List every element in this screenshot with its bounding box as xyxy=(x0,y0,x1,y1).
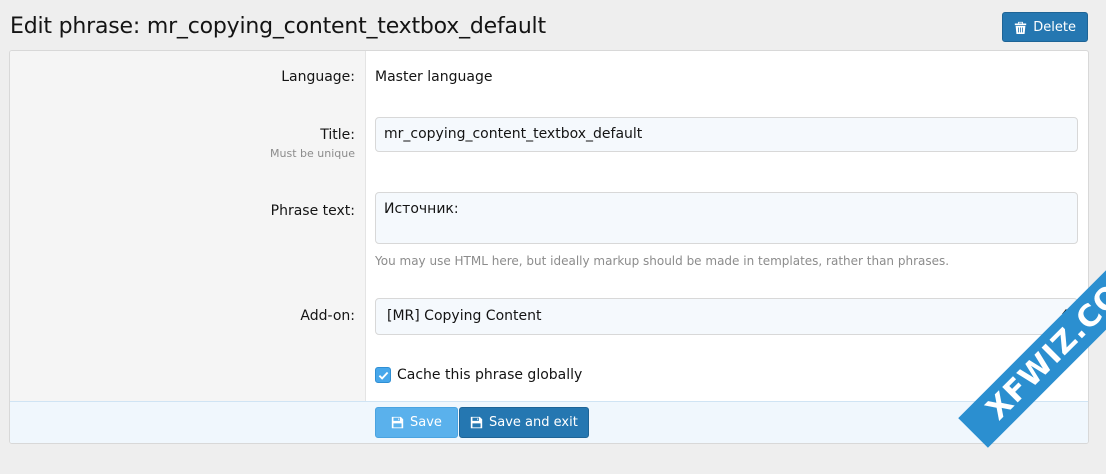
addon-select[interactable]: [MR] Copying Content xyxy=(375,298,1078,335)
save-icon xyxy=(470,416,483,429)
checkmark-icon xyxy=(378,371,388,380)
title-label: Title: xyxy=(320,127,355,143)
cache-globally-label: Cache this phrase globally xyxy=(397,367,583,383)
language-value: Master language xyxy=(375,69,493,85)
phrase-text-explain: You may use HTML here, but ideally marku… xyxy=(375,254,950,268)
addon-selected-value: [MR] Copying Content xyxy=(387,308,542,324)
delete-button-label: Delete xyxy=(1033,19,1076,35)
phrase-form: Language: Master language Title: Must be… xyxy=(9,50,1089,444)
page-header: Edit phrase: mr_copying_content_textbox_… xyxy=(10,8,1088,44)
cache-globally-checkbox[interactable] xyxy=(375,367,391,383)
title-input[interactable]: mr_copying_content_textbox_default xyxy=(375,117,1078,152)
save-button-label: Save xyxy=(410,415,442,430)
addon-label: Add-on: xyxy=(300,308,355,324)
save-icon xyxy=(391,416,404,429)
phrase-text-label: Phrase text: xyxy=(270,203,355,219)
title-hint: Must be unique xyxy=(270,147,355,160)
delete-button[interactable]: Delete xyxy=(1002,12,1088,42)
label-column xyxy=(10,51,366,401)
save-and-exit-button-label: Save and exit xyxy=(489,415,578,430)
trash-icon xyxy=(1015,21,1027,34)
save-and-exit-button[interactable]: Save and exit xyxy=(459,407,589,438)
language-label: Language: xyxy=(281,69,355,85)
page-title: Edit phrase: mr_copying_content_textbox_… xyxy=(10,13,546,39)
phrase-text-textarea[interactable]: Источник: xyxy=(375,192,1078,244)
submit-row: Save Save and exit xyxy=(10,401,1088,443)
save-button[interactable]: Save xyxy=(375,407,458,438)
cache-globally-option[interactable]: Cache this phrase globally xyxy=(375,367,582,383)
